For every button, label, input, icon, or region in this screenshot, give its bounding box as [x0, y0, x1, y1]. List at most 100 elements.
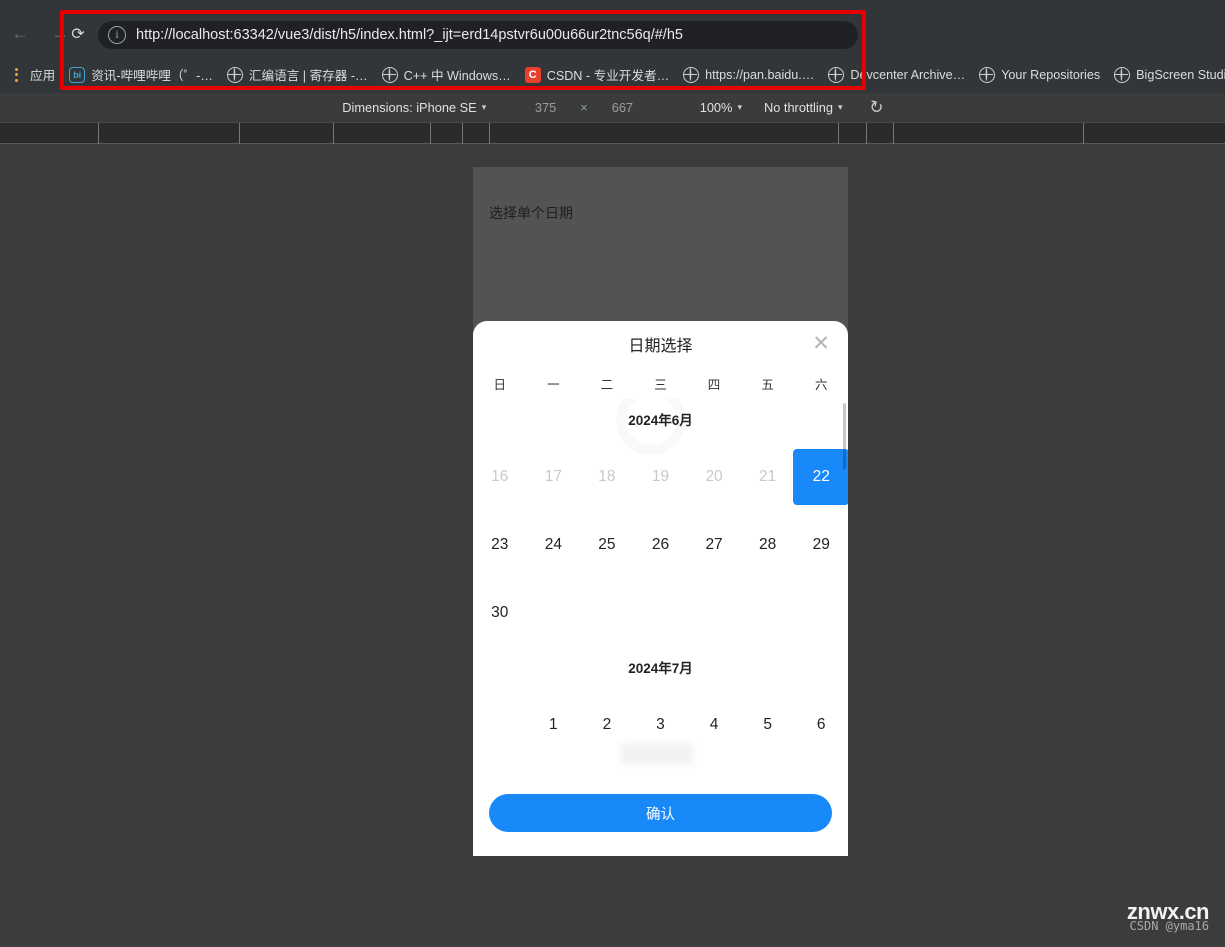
day-cell[interactable]: 23: [473, 511, 527, 579]
weekday-label: 四: [707, 377, 721, 392]
day-number: 18: [598, 468, 616, 485]
confirm-button-wrap: 确认: [473, 784, 848, 848]
day-cell[interactable]: 1: [527, 691, 581, 759]
browser-window: ← → ⟳ i http://localhost:63342/vue3/dist…: [0, 0, 1225, 947]
day-cell[interactable]: 8: [527, 759, 581, 784]
day-number: 21: [759, 468, 777, 485]
site-info-icon[interactable]: i: [108, 26, 126, 44]
calendar-scrollbar[interactable]: [843, 403, 846, 469]
ruler-tick: [239, 123, 240, 145]
address-bar[interactable]: i http://localhost:63342/vue3/dist/h5/in…: [98, 21, 858, 49]
watermark-author: CSDN @yma16: [1129, 919, 1209, 933]
day-number: 27: [705, 536, 723, 553]
device-stage: 选择单个日期 日期选择 ✕ 日 一 二 三 四 五 六 2024年6月 16 1…: [0, 144, 1225, 947]
ruler-tick: [893, 123, 894, 145]
day-cell[interactable]: 13: [794, 759, 848, 784]
csdn-icon: C: [524, 66, 541, 83]
device-dimensions-select[interactable]: Dimensions: iPhone SE ▾: [342, 100, 486, 115]
globe-icon: [381, 66, 398, 83]
day-cell[interactable]: 11: [687, 759, 741, 784]
watermark: znwx.cn CSDN @yma16: [1126, 899, 1210, 933]
bookmark-cpp-windows[interactable]: C++ 中 Windows…: [375, 63, 518, 87]
chevron-down-icon: ▾: [737, 102, 742, 112]
ruler-tick: [489, 123, 490, 145]
close-icon[interactable]: ✕: [810, 333, 832, 355]
bookmark-apps[interactable]: 应用: [4, 63, 62, 87]
day-number: 25: [598, 536, 616, 553]
day-cell[interactable]: 4: [687, 691, 741, 759]
back-icon[interactable]: ←: [0, 18, 40, 48]
bookmark-label: Your Repositories: [1001, 67, 1101, 82]
bookmark-label: 资讯-哔哩哔哩（゜-…: [91, 69, 213, 83]
date-picker-popup: 日期选择 ✕ 日 一 二 三 四 五 六 2024年6月 16 17 18 19 20 21…: [473, 321, 848, 856]
ruler-tick: [838, 123, 839, 145]
day-cell: 18: [580, 443, 634, 511]
day-number: 6: [816, 716, 826, 733]
weekday-label: 一: [547, 377, 560, 392]
bookmark-label: Devcenter Archive…: [850, 67, 966, 82]
day-cell[interactable]: 6: [794, 691, 848, 759]
day-cell[interactable]: 26: [634, 511, 688, 579]
day-number: 2: [602, 716, 612, 733]
date-picker-title: 日期选择: [628, 338, 693, 355]
ruler-tick: [866, 123, 867, 145]
day-cell[interactable]: 22: [793, 443, 848, 511]
day-cell[interactable]: 5: [741, 691, 795, 759]
viewport-height-input[interactable]: 667: [612, 100, 644, 115]
ruler-tick: [333, 123, 334, 145]
day-cell[interactable]: 27: [687, 511, 741, 579]
day-number: 1: [549, 716, 558, 733]
day-number: 4: [709, 716, 719, 733]
bookmarks-bar: 应用 bi 资讯-哔哩哔哩（゜-… 汇编语言 | 寄存器 -… C++ 中 Wi…: [0, 56, 1225, 93]
blurred-overlay-artifact: [621, 743, 693, 765]
throttling-select[interactable]: No throttling ▾: [764, 100, 843, 115]
month-list: 2024年6月 16 17 18 19 20 21 22 23 24 25 26 27 28 29 30 202…: [473, 399, 848, 784]
day-cell: 17: [527, 443, 581, 511]
day-number: 17: [544, 468, 562, 485]
ruler-tick: [430, 123, 431, 145]
bookmark-bilibili[interactable]: bi 资讯-哔哩哔哩（゜-…: [62, 63, 220, 87]
reload-icon[interactable]: ⟳: [64, 22, 92, 46]
day-cell[interactable]: 12: [741, 759, 795, 784]
day-cell: 16: [473, 443, 527, 511]
ruler-tick: [98, 123, 99, 145]
day-number: 26: [651, 536, 670, 553]
bookmark-label: BigScreen Studio…: [1136, 67, 1225, 82]
day-number: 28: [759, 536, 777, 553]
bookmark-devcenter-archive[interactable]: Devcenter Archive…: [821, 63, 972, 87]
address-bar-url: http://localhost:63342/vue3/dist/h5/inde…: [136, 27, 683, 43]
day-cell[interactable]: 29: [794, 511, 848, 579]
zoom-select[interactable]: 100% ▾: [700, 100, 742, 115]
day-number: 20: [705, 468, 723, 485]
day-cell[interactable]: 28: [741, 511, 795, 579]
bookmark-assembly[interactable]: 汇编语言 | 寄存器 -…: [220, 63, 375, 87]
weekday-label: 二: [600, 377, 614, 392]
day-cell[interactable]: 30: [473, 579, 527, 647]
viewport-width-input[interactable]: 375: [524, 100, 556, 115]
confirm-button[interactable]: 确认: [489, 794, 832, 832]
day-number: 22: [812, 468, 830, 485]
day-cell[interactable]: 24: [527, 511, 581, 579]
bookmark-label: C++ 中 Windows…: [403, 69, 511, 83]
day-number: 30: [491, 604, 509, 621]
throttling-label: No throttling: [763, 100, 833, 115]
calendar-scroll-area[interactable]: 2024年6月 16 17 18 19 20 21 22 23 24 25 26 27 28 29 30 202…: [473, 399, 848, 784]
day-cell: 21: [741, 443, 795, 511]
bookmark-baidu-pan[interactable]: https://pan.baidu.…: [676, 63, 821, 87]
bookmark-your-repositories[interactable]: Your Repositories: [972, 63, 1107, 87]
chevron-down-icon: ▾: [481, 102, 487, 112]
bilibili-icon: bi: [69, 66, 86, 83]
bookmark-csdn[interactable]: C CSDN - 专业开发者…: [518, 63, 676, 87]
day-cell[interactable]: 7: [473, 759, 527, 784]
rotate-device-icon[interactable]: ↻: [867, 96, 885, 119]
globe-icon: [828, 66, 845, 83]
day-number: 3: [656, 716, 665, 733]
bookmark-bigscreen-studio[interactable]: BigScreen Studio…: [1107, 63, 1225, 87]
day-cell[interactable]: 25: [580, 511, 634, 579]
day-grid: 16 17 18 19 20 21 22 23 24 25 26 27 28 29 30: [473, 443, 848, 647]
day-cell: 19: [634, 443, 688, 511]
day-grid: 12345678910111213: [473, 691, 848, 784]
bookmark-label: CSDN - 专业开发者…: [546, 69, 670, 83]
day-number: 16: [491, 468, 509, 485]
watermark-site: znwx.cn: [1126, 899, 1210, 924]
